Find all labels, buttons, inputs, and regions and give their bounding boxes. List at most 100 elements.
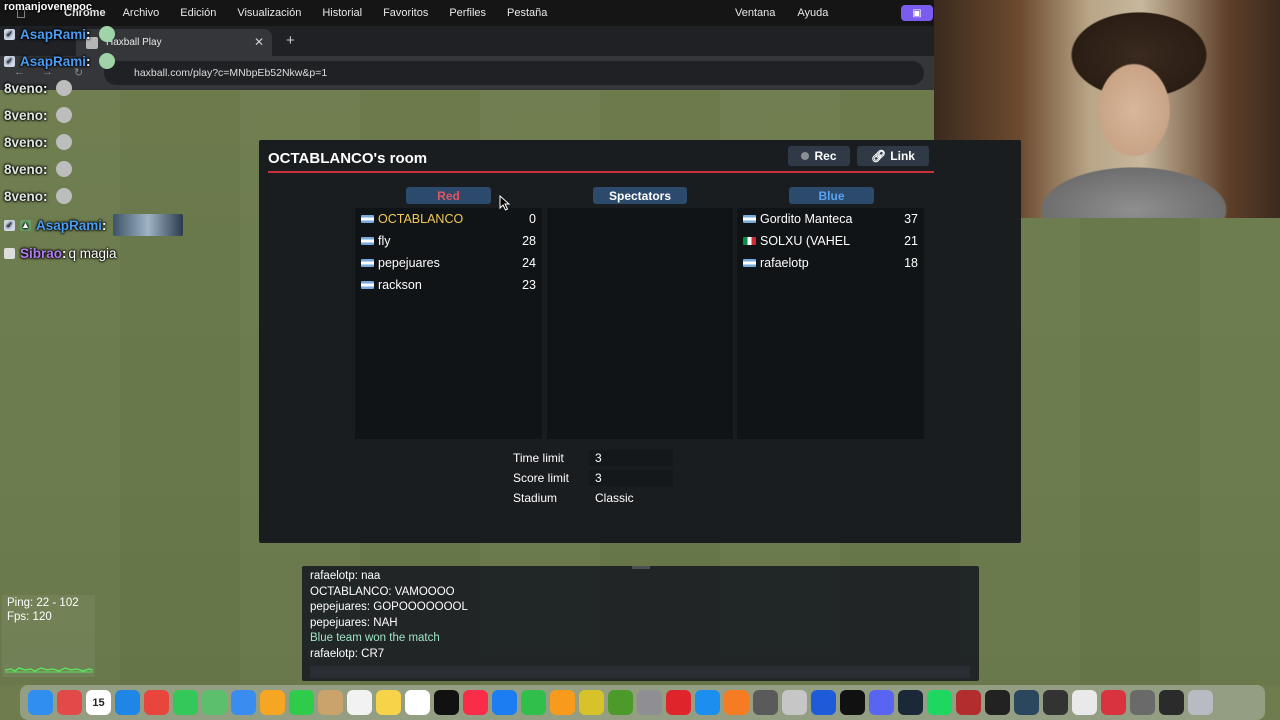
menu-archivo[interactable]: Archivo (123, 7, 160, 19)
chat-username: 8veno (4, 80, 44, 96)
rec-label: Rec (814, 149, 837, 163)
score-limit-select[interactable]: 3 (589, 470, 673, 486)
player-row[interactable]: Gordito Manteca 37 (737, 208, 924, 230)
stream-chat-line: ✓ AsapRami: (4, 50, 115, 72)
chrome-icon[interactable] (144, 690, 169, 715)
capcut-icon[interactable] (811, 690, 836, 715)
tv-icon[interactable] (434, 690, 459, 715)
menu-perfiles[interactable]: Perfiles (449, 7, 486, 19)
time-limit-select[interactable]: 3 (589, 450, 673, 466)
skull-icon (55, 80, 72, 96)
pages-icon[interactable] (550, 690, 575, 715)
minecraft-icon[interactable] (608, 690, 633, 715)
screen-mirror-icon[interactable]: ▣ (901, 5, 933, 21)
utility-icon[interactable] (753, 690, 778, 715)
stream-chat-line: 8veno: (4, 185, 72, 207)
game-chat-line: pepejuares: NAH (310, 616, 398, 629)
chat-username: AsapRami (36, 217, 103, 233)
chat-username: 8veno (4, 134, 44, 150)
garageband-icon[interactable] (724, 690, 749, 715)
kick-icon[interactable] (840, 690, 865, 715)
player-ping: 23 (522, 278, 536, 292)
address-bar[interactable]: haxball.com/play?c=MNbpEb52Nkw&p=1 (104, 61, 924, 85)
skull-icon (55, 161, 72, 177)
preview-icon[interactable] (782, 690, 807, 715)
new-tab-icon[interactable]: + (286, 32, 295, 49)
stadium-button[interactable]: Classic (589, 490, 673, 506)
chat-input[interactable] (310, 666, 970, 678)
red-team-button[interactable]: Red (406, 187, 491, 204)
player-row[interactable]: OCTABLANCO 0 (355, 208, 542, 230)
skull-icon (55, 107, 72, 123)
launchpad-icon[interactable] (57, 690, 82, 715)
menu-favoritos[interactable]: Favoritos (383, 7, 428, 19)
score-limit-row: Score limit 3 (513, 468, 673, 488)
notes-icon[interactable] (376, 690, 401, 715)
spectators-list[interactable] (547, 208, 733, 439)
game-chat-line: OCTABLANCO: VAMOOOO (310, 585, 455, 598)
close-tab-icon[interactable]: ✕ (254, 35, 264, 49)
user-badge-icon (4, 247, 15, 259)
messages-icon[interactable] (173, 690, 198, 715)
player-name: OCTABLANCO (378, 212, 464, 226)
browser-toolbar: ← → ↻ haxball.com/play?c=MNbpEb52Nkw&p=1 (0, 56, 934, 90)
chat-username: 8veno (4, 107, 44, 123)
numbers-icon[interactable] (521, 690, 546, 715)
spectators-button[interactable]: Spectators (593, 187, 687, 204)
player-row[interactable]: fly 28 (355, 230, 542, 252)
spotify-icon[interactable] (927, 690, 952, 715)
finder-icon[interactable] (28, 690, 53, 715)
facetime-icon[interactable] (289, 690, 314, 715)
argentina-flag-icon (743, 215, 756, 223)
player-row[interactable]: SOLXU (VAHEL 21 (737, 230, 924, 252)
trash-icon[interactable] (1188, 690, 1213, 715)
keynote-icon[interactable] (492, 690, 517, 715)
player-row[interactable]: pepejuares 24 (355, 252, 542, 274)
steam-icon[interactable] (898, 690, 923, 715)
menu-pestana[interactable]: Pestaña (507, 7, 547, 19)
menu-ventana[interactable]: Ventana (735, 7, 775, 19)
discord-icon[interactable] (869, 690, 894, 715)
resize-handle[interactable] (632, 566, 650, 569)
rec-button[interactable]: Rec (788, 146, 850, 166)
player-name: Gordito Manteca (760, 212, 853, 226)
player-name: rackson (378, 278, 422, 292)
menu-edicion[interactable]: Edición (180, 7, 216, 19)
folder-icon[interactable] (1130, 690, 1155, 715)
ea-icon[interactable] (985, 690, 1010, 715)
pdf-icon[interactable] (1101, 690, 1126, 715)
photos-icon[interactable] (260, 690, 285, 715)
menu-historial[interactable]: Historial (322, 7, 362, 19)
game-chat: rafaelotp: naa OCTABLANCO: VAMOOOO pepej… (302, 566, 979, 681)
blue-team-list[interactable]: Gordito Manteca 37 SOLXU (VAHEL 21 rafae… (737, 208, 924, 439)
chat-username: 8veno (4, 188, 44, 204)
chat-username: 8veno (4, 161, 44, 177)
contacts-icon[interactable] (318, 690, 343, 715)
menu-ayuda[interactable]: Ayuda (797, 7, 828, 19)
settings-icon[interactable] (637, 690, 662, 715)
calendar-icon[interactable]: 15 (86, 690, 111, 715)
menu-visualizacion[interactable]: Visualización (237, 7, 301, 19)
appstore-icon[interactable] (695, 690, 720, 715)
xbox-icon[interactable] (1043, 690, 1068, 715)
room-title: OCTABLANCO's room (268, 150, 428, 167)
blue-team-button[interactable]: Blue (789, 187, 874, 204)
terminal-icon[interactable] (1159, 690, 1184, 715)
mail-icon[interactable] (231, 690, 256, 715)
game-icon[interactable] (579, 690, 604, 715)
verified-badge-icon: ✓ (4, 55, 15, 67)
music-icon[interactable] (463, 690, 488, 715)
maps-icon[interactable] (202, 690, 227, 715)
player-row[interactable]: rafaelotp 18 (737, 252, 924, 274)
link-button[interactable]: 🔗︎ Link (857, 146, 929, 166)
steam-alt-icon[interactable] (1014, 690, 1039, 715)
safari-icon[interactable] (115, 690, 140, 715)
freeform-icon[interactable] (405, 690, 430, 715)
roblox-icon[interactable] (666, 690, 691, 715)
game-chat-line: pepejuares: GOPOOOOOOOL (310, 601, 468, 613)
docs-icon[interactable] (1072, 690, 1097, 715)
red-team-list[interactable]: OCTABLANCO 0 fly 28 pepejuares 24 rackso… (355, 208, 542, 439)
dictionary-icon[interactable] (956, 690, 981, 715)
player-row[interactable]: rackson 23 (355, 274, 542, 296)
reminders-icon[interactable] (347, 690, 372, 715)
